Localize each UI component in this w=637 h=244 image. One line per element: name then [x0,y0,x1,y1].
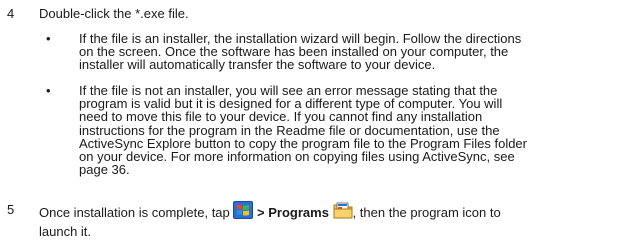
step-text-before: Once installation is complete, tap [39,204,230,220]
step-text: Double-click the *.exe file. [39,6,189,21]
step-text-after: , then the program icon to [352,204,501,220]
bullet-line: on your device. For more information on … [79,149,515,165]
breadcrumb-separator: > [257,204,265,220]
bullet-text: If the file is not an installer, you wil… [79,84,635,178]
bullet-line: installer will automatically transfer th… [79,57,436,73]
bullet-line: instructions for the program in the Read… [79,122,500,138]
bullet-line: page 36. [79,162,130,178]
programs-folder-icon[interactable] [333,201,353,222]
step-text-line2: launch it. [39,224,92,239]
bullet-line: need to move this file to your device. I… [79,109,483,125]
step-text: Once installation is complete, tap > Pro… [39,201,629,239]
bullet-dot: • [46,31,51,46]
windows-start-icon[interactable] [233,201,254,222]
bullet-dot: • [46,83,51,98]
document-page: 4 Double-click the *.exe file. • If the … [0,0,637,244]
step-number: 5 [7,202,15,217]
step-number: 4 [7,6,15,21]
programs-label: Programs [268,204,329,220]
bullet-text: If the file is an installer, the install… [79,32,635,72]
